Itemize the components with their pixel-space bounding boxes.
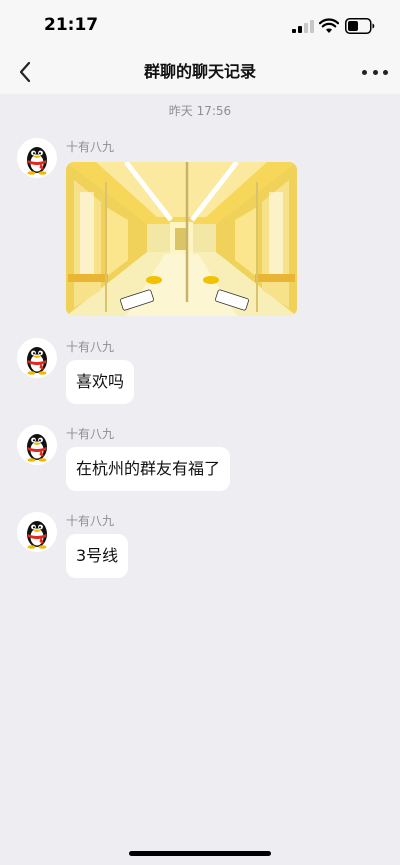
message-bubble[interactable]: 3号线 [66,534,129,578]
back-icon [19,61,31,83]
avatar[interactable] [17,338,57,378]
back-button[interactable] [10,56,40,88]
more-icon-dot [362,69,367,75]
qq-penguin-avatar-icon [17,138,57,178]
top-bar: 21:17 群聊的聊天记录 [0,0,400,94]
status-bar: 21:17 [0,0,400,50]
qq-penguin-avatar-icon [17,512,57,552]
sender-name: 十有八九 [66,340,115,354]
message-bubble[interactable]: 喜欢吗 [66,360,135,404]
more-button[interactable] [362,60,388,84]
avatar[interactable] [17,512,57,552]
more-icon-dot [383,69,388,75]
subway-car-interior-image [66,162,297,316]
image-message[interactable] [66,162,297,316]
sender-name: 十有八九 [66,514,115,528]
avatar[interactable] [17,138,57,178]
sender-name: 十有八九 [66,140,115,154]
battery-icon [345,18,375,34]
home-indicator[interactable] [129,851,271,856]
chat-timestamp: 昨天 17:56 [168,104,232,118]
qq-penguin-avatar-icon [17,338,57,378]
signal-icon [292,20,314,33]
status-time: 21:17 [44,15,99,35]
message-bubble[interactable]: 在杭州的群友有福了 [66,447,231,491]
more-icon-dot [372,69,378,75]
page-title: 群聊的聊天记录 [143,62,256,81]
sender-name: 十有八九 [66,427,115,441]
qq-penguin-avatar-icon [17,425,57,465]
navigation-bar: 群聊的聊天记录 [0,50,400,94]
wifi-icon [319,18,339,33]
avatar[interactable] [17,425,57,465]
